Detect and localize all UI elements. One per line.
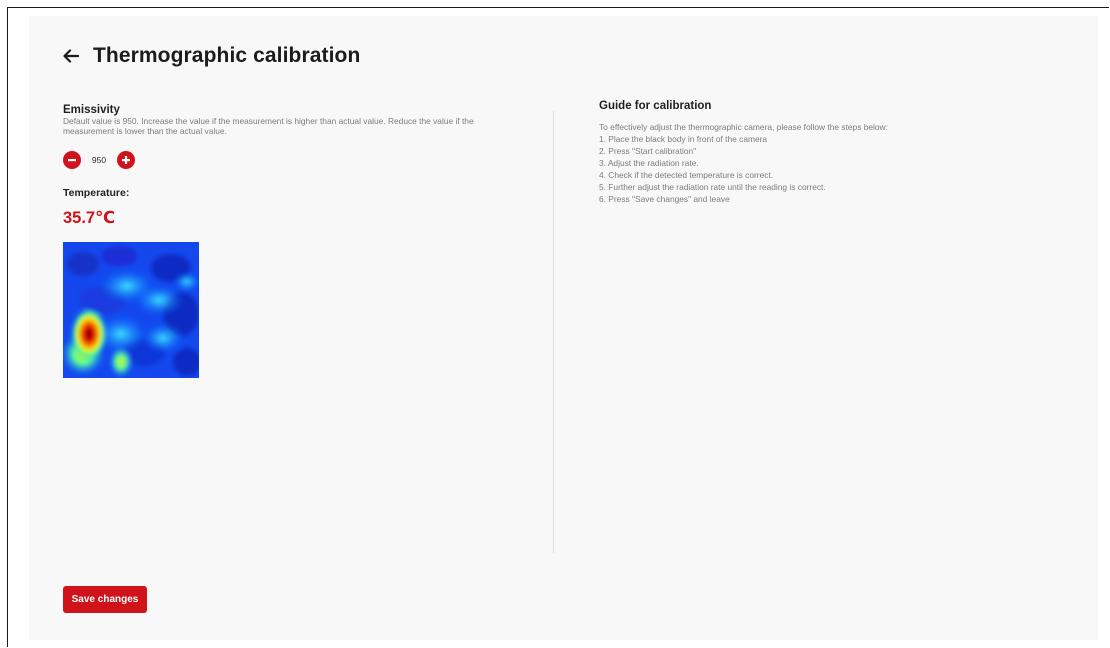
guide-step: 2. Press "Start calibration" (599, 146, 697, 156)
emissivity-description: Default value is 950. Increase the value… (63, 116, 474, 136)
plus-circle-icon[interactable] (117, 151, 135, 169)
emissivity-section: Emissivity Default value is 950. Increas… (63, 104, 523, 378)
guide-step: 4. Check if the detected temperature is … (599, 170, 774, 180)
emissivity-title: Emissivity (63, 104, 120, 116)
calibration-panel: Thermographic calibration Emissivity Def… (29, 16, 1098, 640)
page-header: Thermographic calibration (61, 44, 360, 68)
guide-title: Guide for calibration (599, 100, 712, 112)
guide-steps: 1. Place the black body in front of the … (599, 133, 1069, 205)
arrow-left-icon[interactable] (61, 46, 81, 66)
save-changes-button[interactable]: Save changes (63, 586, 147, 613)
guide-step: 5. Further adjust the radiation rate unt… (599, 182, 826, 192)
page-title: Thermographic calibration (93, 44, 361, 67)
guide-section: Guide for calibration To effectively adj… (599, 100, 1069, 205)
column-divider (553, 111, 554, 553)
guide-step: 6. Press "Save changes" and leave (599, 194, 730, 204)
emissivity-value: 950 (91, 155, 107, 165)
temperature-label: Temperature: (63, 187, 130, 199)
guide-step: 3. Adjust the radiation rate. (599, 158, 699, 168)
minus-circle-icon[interactable] (63, 151, 81, 169)
thermal-camera-image (63, 242, 199, 378)
temperature-value: 35.7℃ (63, 209, 116, 227)
guide-intro: To effectively adjust the thermographic … (599, 122, 888, 132)
guide-step: 1. Place the black body in front of the … (599, 134, 768, 144)
emissivity-stepper: 950 (63, 151, 523, 169)
